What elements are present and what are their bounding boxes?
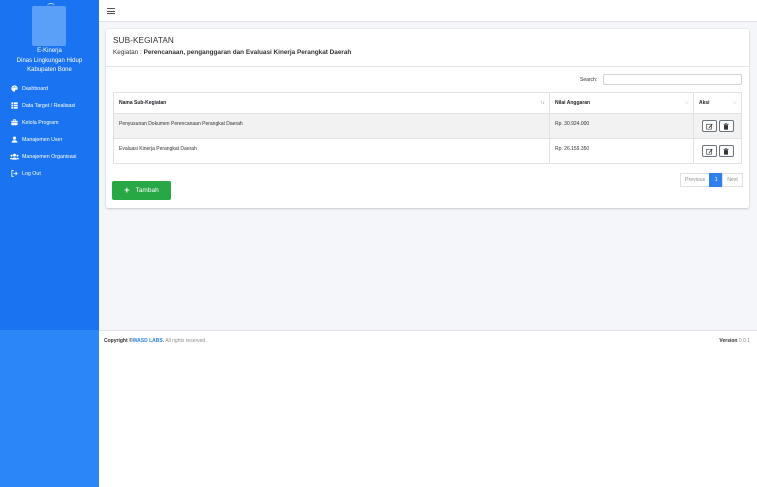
card-header: SUB-KEGIATAN Kegiatan : Perencanaan, pen… bbox=[106, 29, 749, 67]
cell-nama: Penyusunan Dokumen Perencanaan Perangkat… bbox=[113, 113, 550, 139]
briefcase-icon bbox=[10, 119, 19, 126]
column-header-label: Aksi bbox=[699, 100, 710, 106]
kegiatan-name: Perencanaan, penganggaran dan Evaluasi K… bbox=[143, 49, 352, 56]
brand-text[interactable]: E-Kinerja Dinas Lingkungan Hidup Kabupat… bbox=[0, 47, 99, 76]
kegiatan-prefix: Kegiatan : bbox=[113, 49, 144, 56]
cell-nilai: Rp. 30.924.000 bbox=[549, 113, 694, 139]
previous-page-button[interactable]: Previous bbox=[680, 173, 711, 187]
brand-agency: Dinas Lingkungan Hidup bbox=[16, 57, 83, 64]
brand-region: Kabupaten Bone bbox=[27, 67, 72, 73]
search-label: Search: bbox=[580, 77, 598, 83]
tambah-label: Tambah bbox=[135, 187, 159, 194]
company-link[interactable]: WASD LABS. bbox=[133, 338, 164, 344]
cell-nama: Evaluasi Kinerja Perangkat Daerah bbox=[113, 138, 550, 164]
sort-icon: ↑↓ bbox=[684, 100, 689, 106]
rights-text: All rights reserved. bbox=[164, 338, 207, 344]
plus-icon: + bbox=[124, 185, 130, 195]
sub-kegiatan-table: Nama Sub-Kegiatan ↑↓ Nilai Anggaran ↑↓ A… bbox=[113, 92, 742, 164]
brand-logo[interactable] bbox=[32, 3, 66, 46]
sidebar-item-label: Data Target / Realisasi bbox=[22, 102, 76, 109]
search-input[interactable] bbox=[603, 74, 742, 85]
column-header-label: Nilai Anggaran bbox=[555, 100, 591, 106]
footer-copyright: Copyright ©WASD LABS. All rights reserve… bbox=[104, 338, 207, 344]
sidebar-item-label: Manajemen Organisasi bbox=[22, 153, 77, 160]
sidebar-item-label: Log Out bbox=[22, 170, 41, 177]
column-header-label: Nama Sub-Kegiatan bbox=[119, 100, 167, 106]
sidebar-nav: Dashboard Data Target / Realisasi Kelola… bbox=[0, 80, 99, 182]
copyright-text: Copyright © bbox=[104, 338, 133, 344]
sub-kegiatan-card: SUB-KEGIATAN Kegiatan : Perencanaan, pen… bbox=[106, 29, 749, 208]
kegiatan-subtitle: Kegiatan : Perencanaan, penganggaran dan… bbox=[113, 49, 351, 56]
sort-icon: ↑↓ bbox=[732, 100, 737, 106]
column-header-nilai[interactable]: Nilai Anggaran ↑↓ bbox=[549, 92, 694, 114]
cell-nilai: Rp. 26.159.350 bbox=[549, 138, 694, 164]
next-page-button[interactable]: Next bbox=[722, 173, 743, 187]
cell-aksi bbox=[693, 138, 742, 164]
sidebar-item-data-target[interactable]: Data Target / Realisasi bbox=[0, 97, 99, 114]
edit-button[interactable] bbox=[701, 145, 717, 157]
sidebar-item-kelola-program[interactable]: Kelola Program bbox=[0, 114, 99, 131]
edit-button[interactable] bbox=[701, 120, 717, 132]
sign-out-icon bbox=[10, 170, 19, 177]
sort-asc-icon: ↑↓ bbox=[540, 100, 545, 106]
table-row: Evaluasi Kinerja Perangkat Daerah Rp. 26… bbox=[113, 138, 742, 164]
sidebar-item-label: Dashboard bbox=[22, 85, 48, 92]
sidebar-item-manajemen-user[interactable]: Manajemen User bbox=[0, 131, 99, 148]
table-row: Penyusunan Dokumen Perencanaan Perangkat… bbox=[113, 113, 742, 139]
delete-button[interactable] bbox=[718, 120, 734, 132]
edit-icon bbox=[705, 123, 713, 129]
footer: Copyright ©WASD LABS. All rights reserve… bbox=[99, 330, 757, 351]
trash-icon bbox=[723, 147, 729, 155]
pagination: Previous 1 Next bbox=[680, 173, 743, 187]
edit-icon bbox=[705, 148, 713, 154]
sidebar-item-dashboard[interactable]: Dashboard bbox=[0, 80, 99, 97]
version-label: Version bbox=[719, 338, 738, 344]
users-icon bbox=[10, 153, 19, 160]
brand-app-name: E-Kinerja bbox=[37, 48, 62, 54]
sidebar-item-label: Manajemen User bbox=[22, 136, 63, 143]
menu-toggle-icon[interactable] bbox=[107, 6, 115, 16]
version-value: 0.0.1 bbox=[738, 338, 750, 344]
column-header-aksi[interactable]: Aksi ↑↓ bbox=[693, 92, 742, 114]
table-header-row: Nama Sub-Kegiatan ↑↓ Nilai Anggaran ↑↓ A… bbox=[113, 92, 742, 114]
delete-button[interactable] bbox=[718, 145, 734, 157]
column-header-nama[interactable]: Nama Sub-Kegiatan ↑↓ bbox=[113, 92, 550, 114]
sidebar-item-logout[interactable]: Log Out bbox=[0, 165, 99, 182]
trash-icon bbox=[723, 122, 729, 130]
top-navbar bbox=[99, 0, 757, 22]
page-1-button[interactable]: 1 bbox=[709, 173, 724, 187]
sidebar: E-Kinerja Dinas Lingkungan Hidup Kabupat… bbox=[0, 0, 99, 487]
sidebar-item-label: Kelola Program bbox=[22, 119, 59, 126]
sidebar-item-manajemen-organisasi[interactable]: Manajemen Organisasi bbox=[0, 148, 99, 165]
footer-version: Version 0.0.1 bbox=[719, 338, 750, 344]
palette-icon bbox=[10, 85, 19, 92]
add-sub-kegiatan-button[interactable]: + Tambah bbox=[112, 181, 171, 200]
page-title: SUB-KEGIATAN bbox=[113, 36, 174, 45]
content-wrapper: SUB-KEGIATAN Kegiatan : Perencanaan, pen… bbox=[99, 22, 757, 330]
table-icon bbox=[10, 102, 19, 109]
user-icon bbox=[10, 136, 19, 143]
cell-aksi bbox=[693, 113, 742, 139]
